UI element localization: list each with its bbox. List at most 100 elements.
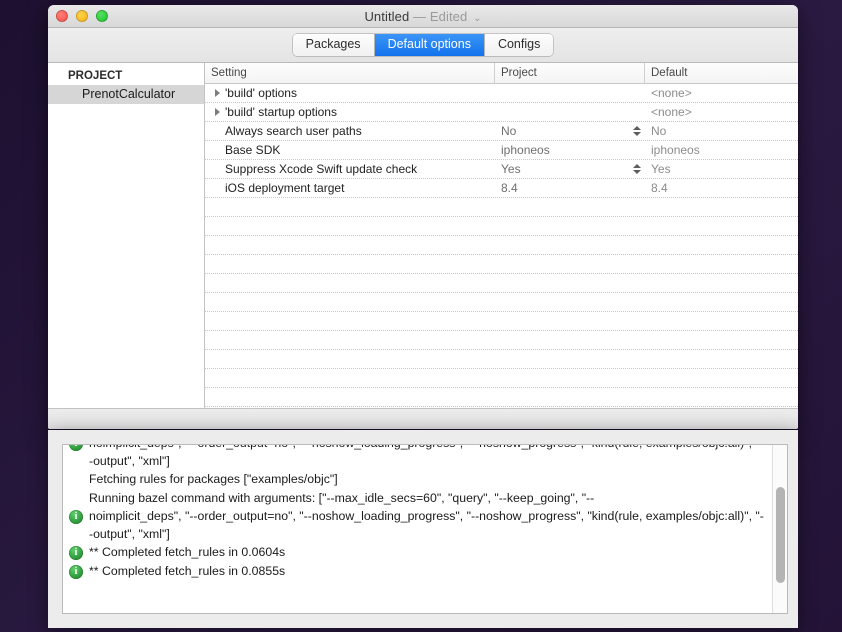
table-row[interactable]: Always search user paths No No [205,122,798,141]
table-row[interactable]: 'build' startup options <none> [205,103,798,122]
log-line-text: ** Completed fetch_rules in 0.0604s [89,545,286,559]
setting-label: 'build' options [225,85,297,100]
column-header-setting[interactable]: Setting [205,63,495,83]
zoom-window-button[interactable] [96,10,108,22]
sidebar-item-list: PrenotCalculator [48,85,204,104]
chevron-up-icon[interactable] [633,126,641,130]
project-value-text: 8.4 [501,180,518,195]
table-row[interactable]: 'build' options <none> [205,84,798,103]
table-row-empty[interactable] [205,293,798,312]
log-line-list: noimplicit_deps", "--order_output=no", "… [63,445,771,613]
cell-default-value: Yes [645,160,798,179]
table-row[interactable]: Suppress Xcode Swift update check Yes Yes [205,160,798,179]
cell-empty [495,255,645,274]
cell-project-value[interactable]: 8.4 [495,179,645,198]
default-value-text: <none> [651,85,692,100]
log-scrollbar-thumb[interactable] [776,487,785,583]
table-row[interactable]: Base SDK iphoneos iphoneos [205,141,798,160]
cell-project-value[interactable]: No [495,122,645,141]
cell-project-value[interactable] [495,103,645,122]
chevron-up-icon[interactable] [633,164,641,168]
disclosure-triangle-icon[interactable] [215,108,220,116]
window-footer-bar [48,408,798,429]
chevron-down-icon[interactable]: ⌄ [473,13,481,24]
cell-setting[interactable]: iOS deployment target [205,179,495,198]
cell-empty [495,388,645,407]
cell-empty [205,407,495,409]
cell-project-value[interactable]: Yes [495,160,645,179]
cell-empty [205,274,495,293]
stepper-control[interactable] [632,162,642,177]
default-value-text: Yes [651,161,671,176]
table-row-empty[interactable] [205,255,798,274]
cell-empty [645,331,798,350]
log-line-text: noimplicit_deps", "--order_output=no", "… [89,509,764,541]
cell-empty [495,236,645,255]
cell-empty [495,312,645,331]
cell-project-value[interactable] [495,84,645,103]
disclosure-triangle-icon[interactable] [215,89,220,97]
stepper-control[interactable] [632,124,642,139]
tab-packages[interactable]: Packages [292,34,375,56]
cell-empty [205,388,495,407]
tab-configs[interactable]: Configs [484,34,554,56]
table-row-empty[interactable] [205,312,798,331]
chevron-down-icon[interactable] [633,170,641,174]
info-icon [69,509,83,524]
table-row-empty[interactable] [205,350,798,369]
cell-empty [645,217,798,236]
cell-default-value: iphoneos [645,141,798,160]
log-line: noimplicit_deps", "--order_output=no", "… [69,508,765,544]
cell-empty [205,255,495,274]
tab-default-options[interactable]: Default options [374,34,485,56]
info-icon [69,564,83,579]
tab-bar: Packages Default options Configs [292,34,554,56]
setting-label: Base SDK [225,142,281,157]
console-panel: noimplicit_deps", "--order_output=no", "… [48,430,798,628]
cell-empty [205,217,495,236]
sidebar-section-header: PROJECT [68,70,123,82]
cell-setting[interactable]: 'build' options [205,84,495,103]
cell-empty [205,331,495,350]
sidebar: PROJECT PrenotCalculator [48,63,205,408]
column-header-project[interactable]: Project [495,63,645,83]
setting-label: iOS deployment target [225,180,345,195]
chevron-down-icon[interactable] [633,132,641,136]
window-content: PROJECT PrenotCalculator Setting Project… [48,63,798,408]
minimize-window-button[interactable] [76,10,88,22]
toolbar: Packages Default options Configs [48,28,798,63]
cell-setting[interactable]: 'build' startup options [205,103,495,122]
cell-empty [645,407,798,409]
default-value-text: iphoneos [651,142,700,157]
log-line-text: ** Completed fetch_rules in 0.0855s [89,563,286,578]
traffic-light-buttons [56,10,108,22]
table-row[interactable]: iOS deployment target 8.4 8.4 [205,179,798,198]
info-icon [69,545,83,560]
table-row-empty[interactable] [205,217,798,236]
cell-empty [205,350,495,369]
table-row-empty[interactable] [205,369,798,388]
table-row-empty[interactable] [205,236,798,255]
cell-empty [205,198,495,217]
cell-setting[interactable]: Suppress Xcode Swift update check [205,160,495,179]
column-header-default[interactable]: Default [645,63,798,83]
cell-empty [645,236,798,255]
log-line-text: Running bazel command with arguments: ["… [89,490,595,505]
log-line: ** Completed fetch_rules in 0.0855s [69,563,765,582]
table-row-empty[interactable] [205,274,798,293]
cell-setting[interactable]: Always search user paths [205,122,495,141]
setting-label: Suppress Xcode Swift update check [225,161,418,176]
setting-label: 'build' startup options [225,104,337,119]
cell-empty [205,312,495,331]
sidebar-item-prenotcalculator[interactable]: PrenotCalculator [48,85,204,104]
table-row-empty[interactable] [205,407,798,408]
close-window-button[interactable] [56,10,68,22]
application-window: Untitled — Edited ⌄ Packages Default opti… [48,5,798,429]
table-header-row: Setting Project Default [205,63,798,84]
cell-project-value[interactable]: iphoneos [495,141,645,160]
log-scrollbar[interactable] [772,445,787,613]
cell-setting[interactable]: Base SDK [205,141,495,160]
table-row-empty[interactable] [205,388,798,407]
table-row-empty[interactable] [205,331,798,350]
table-row-empty[interactable] [205,198,798,217]
